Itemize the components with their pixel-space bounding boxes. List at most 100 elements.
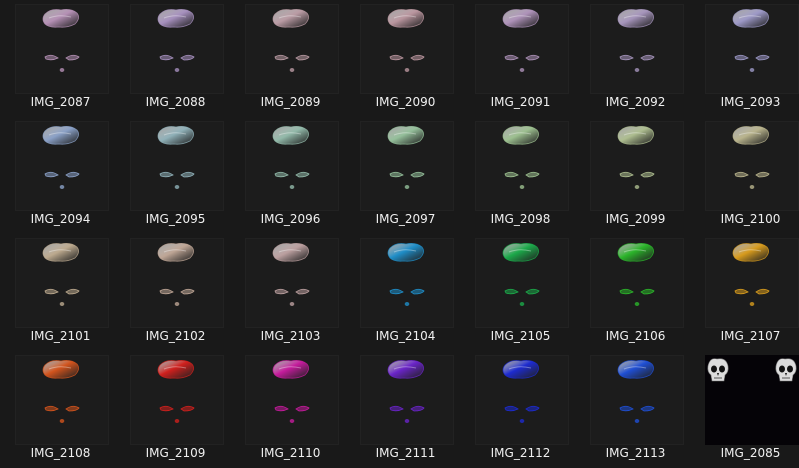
file-thumbnail[interactable] (590, 238, 684, 328)
file-name-label: IMG_2087 (30, 95, 91, 109)
file-thumbnail[interactable] (590, 121, 684, 211)
file-tile[interactable]: IMG_2094 (3, 117, 118, 234)
file-name-label: IMG_2095 (145, 212, 206, 226)
file-tile[interactable]: IMG_2106 (578, 234, 693, 351)
file-thumbnail[interactable] (360, 355, 454, 445)
file-tile[interactable]: IMG_2109 (118, 351, 233, 468)
file-thumbnail[interactable] (130, 355, 224, 445)
file-name-label: IMG_2099 (605, 212, 666, 226)
file-name-label: IMG_2093 (720, 95, 781, 109)
file-thumbnail[interactable] (15, 121, 109, 211)
file-thumbnail[interactable] (705, 238, 799, 328)
file-name-label: IMG_2109 (145, 446, 206, 460)
file-name-label: IMG_2113 (605, 446, 666, 460)
file-thumbnail[interactable] (705, 355, 799, 445)
face-thumbnail-image (42, 126, 80, 189)
file-name-label: IMG_2088 (145, 95, 206, 109)
file-thumbnail[interactable] (590, 355, 684, 445)
face-thumbnail-image (502, 9, 540, 72)
face-thumbnail-image (272, 9, 310, 72)
face-thumbnail-image (42, 9, 80, 72)
file-tile[interactable]: IMG_2105 (463, 234, 578, 351)
file-thumbnail[interactable] (590, 4, 684, 94)
face-thumbnail-image (732, 126, 770, 189)
file-tile[interactable]: IMG_2085 (693, 351, 799, 468)
file-name-label: IMG_2094 (30, 212, 91, 226)
file-tile[interactable]: IMG_2108 (3, 351, 118, 468)
file-name-label: IMG_2101 (30, 329, 91, 343)
file-tile[interactable]: IMG_2107 (693, 234, 799, 351)
face-thumbnail-image (502, 360, 540, 423)
file-thumbnail[interactable] (475, 238, 569, 328)
file-thumbnail[interactable] (475, 121, 569, 211)
face-thumbnail-image (157, 126, 195, 189)
file-tile[interactable]: IMG_2101 (3, 234, 118, 351)
file-tile[interactable]: IMG_2089 (233, 0, 348, 117)
file-name-label: IMG_2106 (605, 329, 666, 343)
face-thumbnail-image (387, 126, 425, 189)
face-thumbnail-image (272, 360, 310, 423)
file-name-label: IMG_2100 (720, 212, 781, 226)
file-tile[interactable]: IMG_2093 (693, 0, 799, 117)
file-thumbnail[interactable] (15, 355, 109, 445)
face-thumbnail-image (617, 243, 655, 306)
file-thumbnail[interactable] (15, 238, 109, 328)
file-tile[interactable]: IMG_2111 (348, 351, 463, 468)
face-thumbnail-image (272, 243, 310, 306)
file-tile[interactable]: IMG_2095 (118, 117, 233, 234)
file-thumbnail[interactable] (245, 4, 339, 94)
file-thumbnail[interactable] (705, 121, 799, 211)
file-name-label: IMG_2098 (490, 212, 551, 226)
file-thumbnail[interactable] (130, 4, 224, 94)
file-thumbnail[interactable] (475, 4, 569, 94)
face-thumbnail-image (157, 360, 195, 423)
skulls-thumbnail-image (707, 358, 797, 382)
file-tile[interactable]: IMG_2104 (348, 234, 463, 351)
file-tile[interactable]: IMG_2096 (233, 117, 348, 234)
file-name-label: IMG_2112 (490, 446, 551, 460)
file-name-label: IMG_2108 (30, 446, 91, 460)
face-thumbnail-image (502, 126, 540, 189)
file-tile[interactable]: IMG_2088 (118, 0, 233, 117)
face-thumbnail-image (732, 243, 770, 306)
face-thumbnail-image (42, 360, 80, 423)
file-thumbnail[interactable] (15, 4, 109, 94)
file-tile[interactable]: IMG_2091 (463, 0, 578, 117)
file-thumbnail[interactable] (705, 4, 799, 94)
face-thumbnail-image (617, 9, 655, 72)
file-name-label: IMG_2103 (260, 329, 321, 343)
file-tile[interactable]: IMG_2110 (233, 351, 348, 468)
skull-icon (775, 358, 797, 382)
file-name-label: IMG_2091 (490, 95, 551, 109)
file-tile[interactable]: IMG_2102 (118, 234, 233, 351)
file-thumbnail[interactable] (360, 4, 454, 94)
file-name-label: IMG_2097 (375, 212, 436, 226)
file-tile[interactable]: IMG_2098 (463, 117, 578, 234)
file-thumbnail[interactable] (245, 121, 339, 211)
file-thumbnail[interactable] (360, 238, 454, 328)
file-thumbnail[interactable] (360, 121, 454, 211)
file-tile[interactable]: IMG_2100 (693, 117, 799, 234)
file-tile[interactable]: IMG_2103 (233, 234, 348, 351)
file-tile[interactable]: IMG_2112 (463, 351, 578, 468)
face-thumbnail-image (617, 360, 655, 423)
file-thumbnail[interactable] (130, 121, 224, 211)
face-thumbnail-image (732, 9, 770, 72)
file-name-label: IMG_2085 (720, 446, 781, 460)
file-tile[interactable]: IMG_2087 (3, 0, 118, 117)
file-tile[interactable]: IMG_2092 (578, 0, 693, 117)
face-thumbnail-image (157, 9, 195, 72)
file-tile[interactable]: IMG_2113 (578, 351, 693, 468)
file-thumbnail[interactable] (245, 355, 339, 445)
file-name-label: IMG_2105 (490, 329, 551, 343)
file-thumbnail[interactable] (130, 238, 224, 328)
face-thumbnail-image (387, 243, 425, 306)
file-tile[interactable]: IMG_2090 (348, 0, 463, 117)
file-name-label: IMG_2089 (260, 95, 321, 109)
file-thumbnail[interactable] (245, 238, 339, 328)
file-tile[interactable]: IMG_2099 (578, 117, 693, 234)
file-tile[interactable]: IMG_2097 (348, 117, 463, 234)
file-name-label: IMG_2111 (375, 446, 436, 460)
file-name-label: IMG_2096 (260, 212, 321, 226)
file-thumbnail[interactable] (475, 355, 569, 445)
